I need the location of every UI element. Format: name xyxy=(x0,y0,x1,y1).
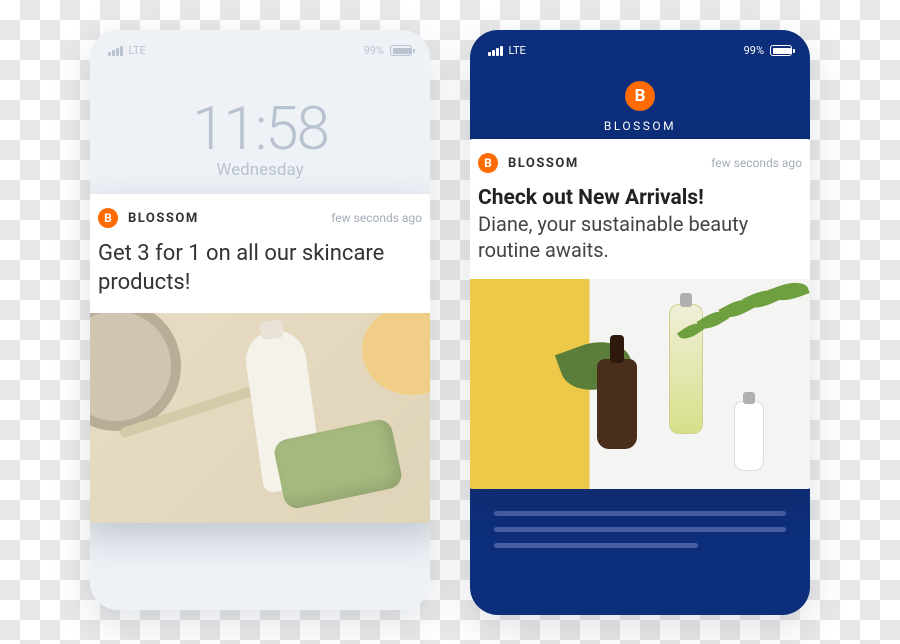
notification-body: Check out New Arrivals! Diane, your sust… xyxy=(470,177,810,279)
battery-percent: 99% xyxy=(364,44,384,57)
battery-icon xyxy=(770,45,792,56)
push-notification[interactable]: B BLOSSOM few seconds ago Get 3 for 1 on… xyxy=(90,194,430,523)
phone-lockscreen: LTE 99% 11:58 Wednesday B BLOSSOM few se… xyxy=(90,30,430,610)
notification-app-name: BLOSSOM xyxy=(128,211,199,226)
phone-in-app: LTE 99% B BLOSSOM B BLOSSOM few seconds … xyxy=(470,30,810,615)
lock-day: Wednesday xyxy=(90,160,430,180)
network-label: LTE xyxy=(129,44,146,57)
battery-icon xyxy=(390,45,412,56)
notification-image xyxy=(90,313,430,523)
notification-header: B BLOSSOM few seconds ago xyxy=(90,194,430,232)
app-logo-icon: B xyxy=(625,81,655,111)
notification-header: B BLOSSOM few seconds ago xyxy=(470,139,810,177)
lock-time: 11:58 xyxy=(90,93,430,164)
content-placeholder xyxy=(470,489,810,581)
app-header: B BLOSSOM xyxy=(470,63,810,145)
notification-title: Check out New Arrivals! xyxy=(478,185,802,211)
app-logo-icon: B xyxy=(478,153,498,173)
app-logo-icon: B xyxy=(98,208,118,228)
notification-message: Get 3 for 1 on all our skincare products… xyxy=(98,240,422,297)
battery-percent: 99% xyxy=(744,44,764,57)
signal-icon xyxy=(488,46,503,56)
status-bar: LTE 99% xyxy=(470,30,810,63)
notification-image xyxy=(470,279,810,489)
push-notification[interactable]: B BLOSSOM few seconds ago Check out New … xyxy=(470,139,810,489)
network-label: LTE xyxy=(509,44,526,57)
lock-clock: 11:58 Wednesday xyxy=(90,63,430,200)
notification-app-name: BLOSSOM xyxy=(508,156,579,171)
app-header-name: BLOSSOM xyxy=(470,119,810,133)
status-bar: LTE 99% xyxy=(90,30,430,63)
notification-timestamp: few seconds ago xyxy=(711,156,802,170)
notification-timestamp: few seconds ago xyxy=(331,211,422,225)
notification-body: Get 3 for 1 on all our skincare products… xyxy=(90,232,430,313)
signal-icon xyxy=(108,46,123,56)
notification-message: Diane, your sustainable beauty routine a… xyxy=(478,211,802,263)
